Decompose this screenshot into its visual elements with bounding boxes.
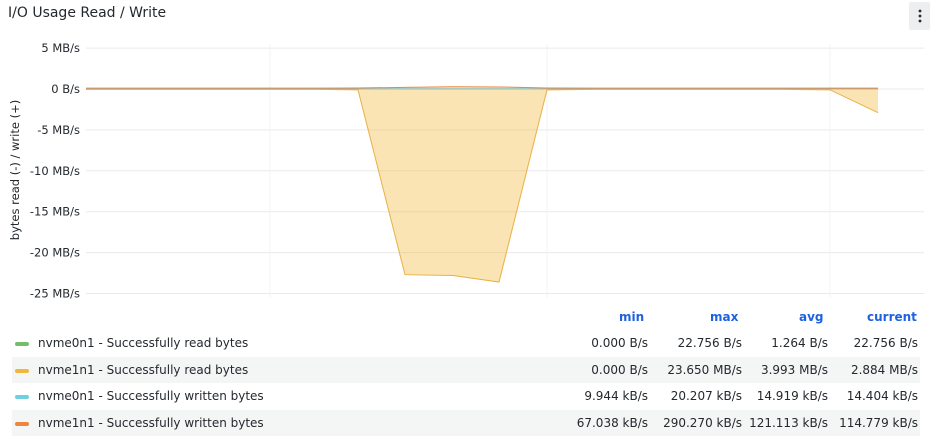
stat-max: 22.756 B/s xyxy=(677,336,742,350)
legend-col-current[interactable]: current xyxy=(867,310,917,324)
legend-header: min max avg current xyxy=(12,308,920,330)
stat-current: 22.756 B/s xyxy=(853,336,918,350)
stat-avg: 14.919 kB/s xyxy=(756,389,828,403)
legend-row[interactable]: nvme0n1 - Successfully written bytes 9.9… xyxy=(12,383,920,410)
stat-min: 9.944 kB/s xyxy=(584,389,648,403)
stat-max: 290.270 kB/s xyxy=(663,415,742,430)
y-tick-label: 0 B/s xyxy=(51,82,80,96)
y-tick-label: -5 MB/s xyxy=(37,123,80,137)
y-tick-label: -15 MB/s xyxy=(30,205,80,219)
legend-col-min[interactable]: min xyxy=(619,310,644,324)
series-name[interactable]: nvme0n1 - Successfully read bytes xyxy=(38,336,248,350)
chart-legend: min max avg current nvme0n1 - Successful… xyxy=(12,308,920,436)
stat-min: 67.038 kB/s xyxy=(576,415,648,430)
y-tick-label: -20 MB/s xyxy=(30,246,80,260)
legend-row[interactable]: nvme1n1 - Successfully read bytes 0.000 … xyxy=(12,356,920,383)
y-axis-title: bytes read (-) / write (+) xyxy=(8,100,22,240)
stat-avg: 3.993 MB/s xyxy=(760,362,828,377)
y-tick-label: 5 MB/s xyxy=(41,41,80,55)
legend-row[interactable]: nvme1n1 - Successfully written bytes 67.… xyxy=(12,409,920,436)
io-usage-chart: 5 MB/s 0 B/s -5 MB/s -10 MB/s -15 MB/s -20 MB… xyxy=(8,41,924,301)
stat-avg: 121.113 kB/s xyxy=(749,415,828,430)
legend-col-avg[interactable]: avg xyxy=(799,310,824,324)
series-color-swatch xyxy=(15,342,29,346)
stat-max: 20.207 kB/s xyxy=(670,389,742,403)
y-tick-label: -10 MB/s xyxy=(30,164,80,178)
stat-min: 0.000 B/s xyxy=(591,362,648,377)
stat-min: 0.000 B/s xyxy=(591,336,648,350)
series-name[interactable]: nvme1n1 - Successfully read bytes xyxy=(38,363,248,377)
stat-max: 23.650 MB/s xyxy=(667,362,742,377)
series-color-swatch xyxy=(15,395,29,399)
legend-col-max[interactable]: max xyxy=(710,310,738,324)
series-color-swatch xyxy=(15,421,29,426)
stat-current: 14.404 kB/s xyxy=(846,389,918,403)
stat-current: 2.884 MB/s xyxy=(850,362,918,377)
legend-row[interactable]: nvme0n1 - Successfully read bytes 0.000 … xyxy=(12,330,920,357)
series-color-swatch xyxy=(15,368,29,373)
stat-current: 114.779 kB/s xyxy=(839,415,918,430)
stat-avg: 1.264 B/s xyxy=(771,336,828,350)
series-name[interactable]: nvme1n1 - Successfully written bytes xyxy=(38,416,264,430)
series-name[interactable]: nvme0n1 - Successfully written bytes xyxy=(38,389,264,403)
y-tick-label: -25 MB/s xyxy=(30,287,80,301)
